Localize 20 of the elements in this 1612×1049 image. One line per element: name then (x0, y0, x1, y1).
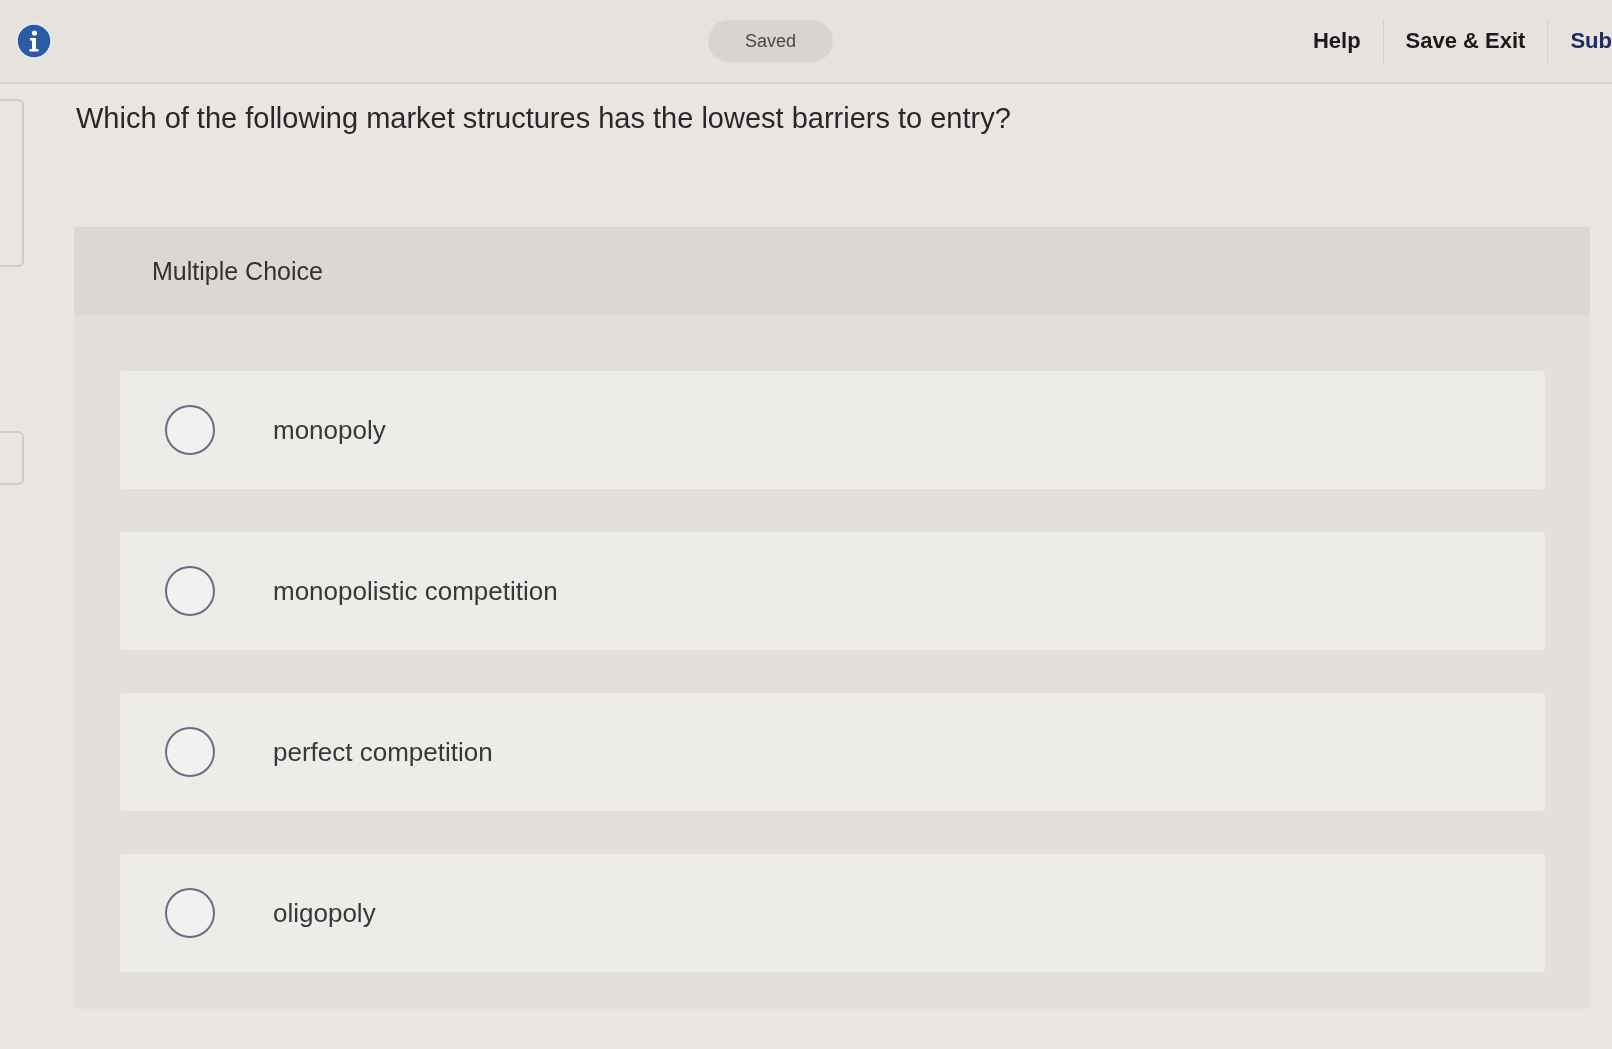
radio-button[interactable] (165, 888, 215, 938)
answer-option[interactable]: monopoly (120, 371, 1545, 489)
option-label: perfect competition (273, 736, 493, 768)
option-label: oligopoly (273, 897, 376, 929)
saved-status: Saved (708, 20, 833, 62)
toolbar-link[interactable]: Help (1290, 0, 1383, 83)
answer-option[interactable]: monopolistic competition (120, 532, 1545, 650)
side-panel-edge (0, 431, 24, 485)
toolbar-link[interactable]: Save & Exit (1383, 0, 1548, 83)
info-icon[interactable] (16, 23, 52, 59)
radio-button[interactable] (165, 727, 215, 777)
submit-button[interactable]: Sub (1548, 0, 1612, 83)
radio-button[interactable] (165, 405, 215, 455)
option-label: monopoly (273, 414, 386, 446)
answer-option[interactable]: perfect competition (120, 693, 1545, 811)
question-type-label: Multiple Choice (152, 256, 323, 286)
answer-option[interactable]: oligopoly (120, 854, 1545, 972)
question-text: Which of the following market structures has the lowest barriers to entry? (76, 102, 1011, 135)
option-label: monopolistic competition (273, 575, 558, 607)
radio-button[interactable] (165, 566, 215, 616)
